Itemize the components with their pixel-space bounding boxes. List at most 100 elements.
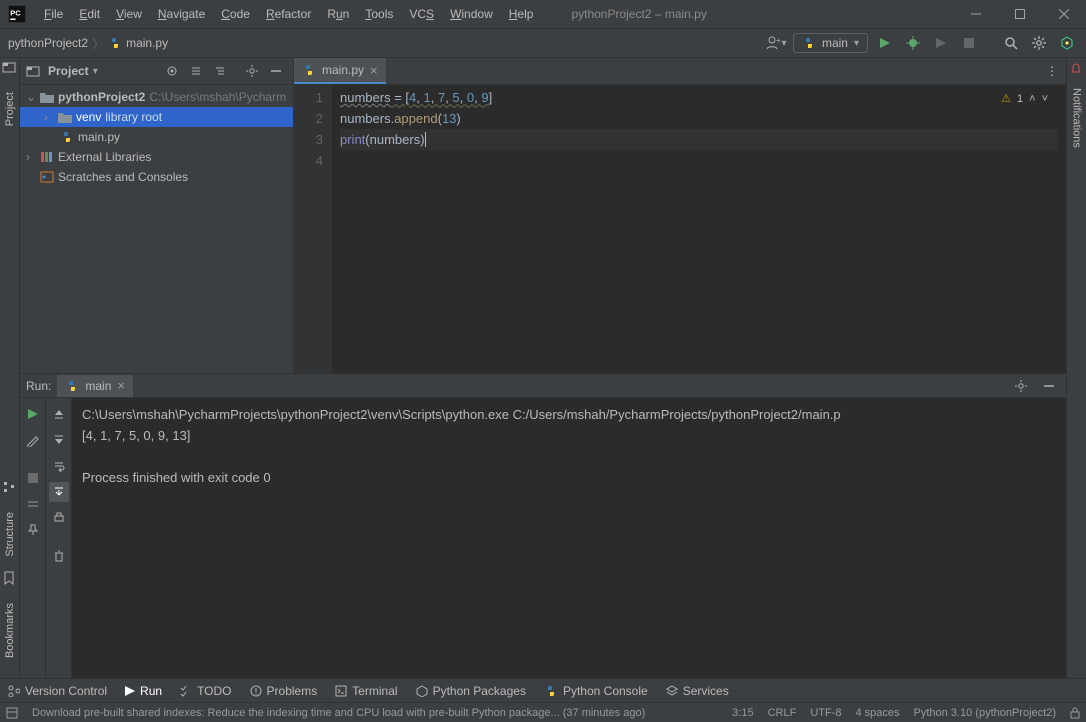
terminal-tab[interactable]: Terminal (335, 684, 397, 698)
right-tool-stripe: Notifications (1066, 58, 1086, 678)
todo-tab[interactable]: TODO (180, 684, 231, 698)
rerun-button[interactable] (23, 404, 43, 424)
menu-navigate[interactable]: Navigate (150, 3, 213, 25)
menu-vcs[interactable]: VCS (401, 3, 442, 25)
hide-panel-icon[interactable] (265, 60, 287, 82)
dump-threads-button[interactable] (23, 494, 43, 514)
soft-wrap-button[interactable] (49, 456, 69, 476)
close-tab-icon[interactable]: × (117, 378, 125, 393)
tree-file-main[interactable]: main.py (20, 127, 293, 147)
project-panel-title[interactable]: Project (48, 64, 89, 78)
editor-body[interactable]: 1 2 3 4 numbers = [4, 1, 7, 5, 0, 9] num… (294, 85, 1066, 373)
code-with-me-icon[interactable] (1056, 32, 1078, 54)
indent-config[interactable]: 4 spaces (855, 707, 899, 719)
structure-stripe-icon[interactable] (2, 480, 18, 496)
python-console-tab[interactable]: Python Console (544, 684, 648, 698)
menu-refactor[interactable]: Refactor (258, 3, 319, 25)
project-view-icon (26, 64, 40, 78)
python-interpreter[interactable]: Python 3.10 (pythonProject2) (914, 707, 1056, 719)
clear-all-button[interactable] (49, 546, 69, 566)
editor-tab-main[interactable]: main.py × (294, 58, 386, 84)
tree-external-libraries[interactable]: › External Libraries (20, 147, 293, 167)
menu-code[interactable]: Code (213, 3, 258, 25)
warning-count: 1 (1017, 89, 1023, 110)
menu-file[interactable]: File (36, 3, 71, 25)
status-icon[interactable] (6, 707, 18, 719)
caret-position[interactable]: 3:15 (732, 707, 753, 719)
run-config-label: main (822, 36, 848, 50)
menu-edit[interactable]: Edit (71, 3, 108, 25)
project-tree[interactable]: ⌄ pythonProject2 C:\Users\mshah\Pycharm … (20, 85, 293, 373)
menu-window[interactable]: Window (442, 3, 501, 25)
bookmarks-stripe-icon[interactable] (2, 571, 18, 587)
code-area[interactable]: numbers = [4, 1, 7, 5, 0, 9] numbers.app… (332, 85, 1066, 373)
modify-run-config-button[interactable] (23, 430, 43, 450)
maximize-button[interactable] (998, 0, 1042, 29)
run-tab[interactable]: Run (125, 684, 162, 698)
code-token: 1 (423, 90, 430, 105)
close-tab-icon[interactable]: × (370, 63, 378, 78)
line-separator[interactable]: CRLF (768, 707, 797, 719)
project-stripe-icon[interactable] (2, 60, 18, 76)
warning-icon: ⚠ (1001, 89, 1011, 110)
prev-highlight-icon[interactable]: ˄ (1029, 89, 1035, 110)
chevron-right-icon: 〉 (92, 35, 104, 52)
notifications-icon[interactable] (1069, 62, 1085, 78)
print-button[interactable] (49, 508, 69, 528)
pin-tab-button[interactable] (23, 520, 43, 540)
run-with-coverage-button[interactable] (930, 32, 952, 54)
lock-icon[interactable] (1070, 707, 1080, 719)
tree-scratches[interactable]: Scratches and Consoles (20, 167, 293, 187)
problems-tab[interactable]: Problems (250, 684, 318, 698)
title-bar: PC File Edit View Navigate Code Refactor… (0, 0, 1086, 29)
debug-button[interactable] (902, 32, 924, 54)
settings-button[interactable] (1028, 32, 1050, 54)
run-button[interactable] (874, 32, 896, 54)
hide-run-panel-icon[interactable] (1038, 375, 1060, 397)
select-opened-file-icon[interactable] (161, 60, 183, 82)
menu-tools[interactable]: Tools (357, 3, 401, 25)
panel-options-icon[interactable] (241, 60, 263, 82)
menu-help[interactable]: Help (501, 3, 542, 25)
version-control-tab[interactable]: Version Control (8, 684, 107, 698)
status-message[interactable]: Download pre-built shared indexes: Reduc… (32, 707, 718, 719)
close-button[interactable] (1042, 0, 1086, 29)
project-stripe-tab[interactable]: Project (2, 84, 18, 134)
run-tool-window: Run: main × (20, 374, 1066, 678)
stop-button[interactable] (958, 32, 980, 54)
console-output[interactable]: C:\Users\mshah\PycharmProjects\pythonPro… (72, 398, 1066, 678)
breadcrumb-project[interactable]: pythonProject2 (8, 36, 88, 50)
notifications-stripe-tab[interactable]: Notifications (1069, 80, 1085, 156)
code-token: append (394, 111, 437, 126)
libraries-icon (40, 151, 54, 163)
console-line: Process finished with exit code 0 (82, 470, 271, 485)
scroll-down-button[interactable] (49, 430, 69, 450)
tree-project-root[interactable]: ⌄ pythonProject2 C:\Users\mshah\Pycharm (20, 87, 293, 107)
editor-more-icon[interactable]: ⋮ (1038, 64, 1066, 78)
structure-stripe-tab[interactable]: Structure (2, 504, 18, 565)
chevron-down-icon[interactable]: ▾ (93, 66, 98, 77)
menu-view[interactable]: View (108, 3, 150, 25)
next-highlight-icon[interactable]: ˅ (1042, 89, 1048, 110)
menu-run[interactable]: Run (319, 3, 357, 25)
tree-venv-folder[interactable]: › venv library root (20, 107, 293, 127)
expand-all-icon[interactable] (185, 60, 207, 82)
inspection-widget[interactable]: ⚠ 1 ˄ ˅ (1001, 89, 1048, 110)
scroll-up-button[interactable] (49, 404, 69, 424)
breadcrumb-file[interactable]: main.py (126, 36, 168, 50)
run-configuration-selector[interactable]: main ▾ (793, 33, 868, 53)
add-user-icon[interactable]: +▾ (765, 32, 787, 54)
run-tab-label: main (85, 379, 111, 393)
scroll-to-end-button[interactable] (49, 482, 69, 502)
services-tab[interactable]: Services (666, 684, 729, 698)
collapse-all-icon[interactable] (209, 60, 231, 82)
run-panel-options-icon[interactable] (1010, 375, 1032, 397)
run-tab[interactable]: main × (57, 375, 133, 397)
stop-button[interactable] (23, 468, 43, 488)
bookmarks-stripe-tab[interactable]: Bookmarks (2, 595, 18, 666)
python-packages-tab[interactable]: Python Packages (416, 684, 526, 698)
minimize-button[interactable] (954, 0, 998, 29)
search-everywhere-button[interactable] (1000, 32, 1022, 54)
status-bar: Download pre-built shared indexes: Reduc… (0, 702, 1086, 722)
file-encoding[interactable]: UTF-8 (810, 707, 841, 719)
